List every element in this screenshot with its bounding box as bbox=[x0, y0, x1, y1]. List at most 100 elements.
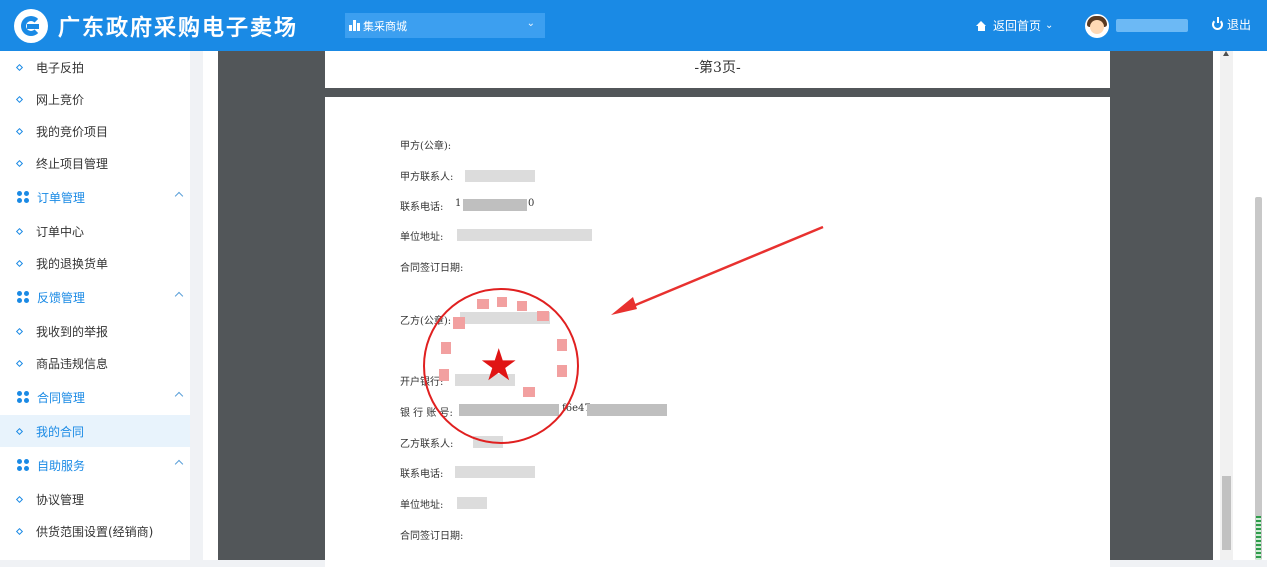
logout-label: 退出 bbox=[1227, 18, 1252, 32]
seal-text-pixel bbox=[517, 301, 527, 311]
redacted-address bbox=[457, 229, 592, 241]
party-a-address-label: 单位地址: bbox=[400, 232, 444, 243]
sidebar-item[interactable]: 我收到的举报 bbox=[0, 315, 190, 347]
seal-text-pixel bbox=[557, 365, 567, 377]
home-link-label: 返回首页 bbox=[993, 19, 1042, 33]
seal-text-pixel bbox=[523, 387, 535, 397]
seal-text-pixel bbox=[537, 311, 549, 321]
scroll-up-icon[interactable] bbox=[1223, 51, 1229, 56]
previous-page-footer: -第3页- bbox=[325, 51, 1110, 88]
sidebar-group[interactable]: 订单管理 bbox=[0, 179, 190, 215]
contract-viewer: -第3页- 甲方(公章): 甲方联系人: 联系电话: 1 0 单位地址: 合同签… bbox=[203, 51, 1220, 567]
redacted-contact bbox=[465, 170, 535, 182]
building-icon bbox=[349, 20, 360, 31]
contract-page: 甲方(公章): 甲方联系人: 联系电话: 1 0 单位地址: 合同签订日期: 乙… bbox=[325, 97, 1110, 567]
seal-text-pixel bbox=[477, 299, 489, 309]
avatar-face bbox=[1090, 20, 1104, 34]
grid-icon bbox=[17, 391, 29, 403]
site-title: 广东政府采购电子卖场 bbox=[58, 15, 299, 41]
sidebar-item[interactable]: 协议管理 bbox=[0, 483, 190, 515]
pdf-canvas[interactable]: -第3页- 甲方(公章): 甲方联系人: 联系电话: 1 0 单位地址: 合同签… bbox=[218, 51, 1213, 567]
chevron-up-icon bbox=[174, 291, 184, 301]
sidebar-item-label: 电子反拍 bbox=[36, 60, 85, 75]
logo-icon bbox=[14, 9, 48, 43]
diamond-icon bbox=[15, 227, 24, 235]
page-scrollbar[interactable] bbox=[1233, 51, 1267, 560]
sidebar-item-label: 自助服务 bbox=[37, 458, 86, 473]
party-a-phone-suffix: 0 bbox=[528, 198, 535, 209]
seal-star-icon: ★ bbox=[479, 340, 519, 391]
sidebar-item[interactable]: 终止项目管理 bbox=[0, 147, 190, 179]
sidebar: 电子反拍网上竞价我的竞价项目 终止项目管理 订单管理订单中心我的退换货单 反馈管理我收… bbox=[0, 51, 190, 560]
redacted-phone-b bbox=[455, 466, 535, 478]
sidebar-item-label: 合同管理 bbox=[37, 390, 86, 405]
home-link[interactable]: 返回首页 ⌄ bbox=[976, 17, 1053, 34]
sidebar-group[interactable]: 自助服务 bbox=[0, 447, 190, 483]
seal-text-pixel bbox=[497, 297, 507, 307]
power-icon bbox=[1212, 17, 1223, 30]
diamond-icon bbox=[15, 495, 24, 503]
diamond-icon bbox=[15, 359, 24, 367]
sidebar-item-label: 协议管理 bbox=[36, 492, 85, 507]
user-name-redacted[interactable] bbox=[1116, 19, 1188, 32]
mall-select-value: 集采商城 bbox=[363, 19, 407, 33]
party-a-sign-date-label: 合同签订日期: bbox=[400, 263, 464, 274]
viewer-scrollbar[interactable] bbox=[1220, 51, 1233, 560]
sidebar-item[interactable]: 我的退换货单 bbox=[0, 247, 190, 279]
avatar[interactable] bbox=[1085, 14, 1109, 38]
logout-button[interactable]: 退出 bbox=[1212, 16, 1251, 33]
sidebar-group[interactable]: 反馈管理 bbox=[0, 279, 190, 315]
chevron-up-icon bbox=[174, 459, 184, 469]
sidebar-group[interactable]: 合同管理 bbox=[0, 379, 190, 415]
party-a-contact-label: 甲方联系人: bbox=[400, 172, 454, 183]
sidebar-item-label: 我的合同 bbox=[36, 424, 85, 439]
sidebar-item[interactable]: 我的合同 bbox=[0, 415, 190, 447]
mall-select[interactable]: 集采商城 ⌄ bbox=[345, 13, 545, 38]
sidebar-item[interactable]: 网上竞价 bbox=[0, 83, 190, 115]
chevron-down-icon: ⌄ bbox=[1045, 20, 1054, 31]
sidebar-item-label: 我的竞价项目 bbox=[36, 124, 109, 139]
redacted-phone bbox=[463, 199, 527, 211]
sidebar-item-label: 订单管理 bbox=[37, 190, 86, 205]
seal-text-pixel bbox=[439, 369, 449, 381]
sidebar-gutter bbox=[190, 51, 203, 560]
site-logo[interactable]: 广东政府采购电子卖场 bbox=[14, 9, 298, 43]
diamond-icon bbox=[15, 95, 24, 103]
top-header: 广东政府采购电子卖场 集采商城 ⌄ 返回首页 ⌄ 退出 bbox=[0, 0, 1267, 51]
diamond-icon bbox=[15, 127, 24, 135]
sidebar-item-label: 终止项目管理 bbox=[36, 156, 109, 171]
sidebar-item[interactable]: 商品违规信息 bbox=[0, 347, 190, 379]
sidebar-item[interactable]: 订单中心 bbox=[0, 215, 190, 247]
party-b-phone-label: 联系电话: bbox=[400, 469, 444, 480]
sidebar-item-label: 我的退换货单 bbox=[36, 256, 109, 271]
seal-text-pixel bbox=[453, 317, 465, 329]
sidebar-item[interactable]: 供货范围设置(经销商) bbox=[0, 515, 190, 547]
sidebar-item[interactable]: 我的竞价项目 bbox=[0, 115, 190, 147]
party-a-phone-label: 联系电话: bbox=[400, 202, 444, 213]
diamond-icon bbox=[15, 259, 24, 267]
chevron-down-icon: ⌄ bbox=[526, 18, 535, 29]
party-b-contact-label: 乙方联系人: bbox=[400, 439, 454, 450]
seal-text-pixel bbox=[441, 342, 451, 354]
party-b-address-label: 单位地址: bbox=[400, 500, 444, 511]
redacted-account-b bbox=[587, 404, 667, 416]
page-scrollbar-thumb[interactable] bbox=[1255, 197, 1262, 560]
diamond-icon bbox=[15, 327, 24, 335]
diamond-icon bbox=[15, 159, 24, 167]
page-number: -第3页- bbox=[694, 60, 741, 76]
sidebar-item[interactable]: 电子反拍 bbox=[0, 51, 190, 83]
annotation-arrow-icon bbox=[611, 225, 824, 315]
party-a-seal-label: 甲方(公章): bbox=[400, 141, 452, 152]
chevron-up-icon bbox=[174, 391, 184, 401]
sidebar-item-label: 反馈管理 bbox=[37, 290, 86, 305]
home-icon bbox=[976, 20, 987, 31]
sidebar-item-label: 订单中心 bbox=[36, 224, 85, 239]
viewer-scrollbar-thumb[interactable] bbox=[1222, 476, 1231, 550]
diamond-icon bbox=[15, 527, 24, 535]
diamond-icon bbox=[15, 427, 24, 435]
party-a-phone-prefix: 1 bbox=[455, 198, 462, 209]
grid-icon bbox=[17, 459, 29, 471]
sidebar-item-label: 网上竞价 bbox=[36, 92, 85, 107]
sidebar-item-label: 我收到的举报 bbox=[36, 324, 109, 339]
grid-icon bbox=[17, 291, 29, 303]
